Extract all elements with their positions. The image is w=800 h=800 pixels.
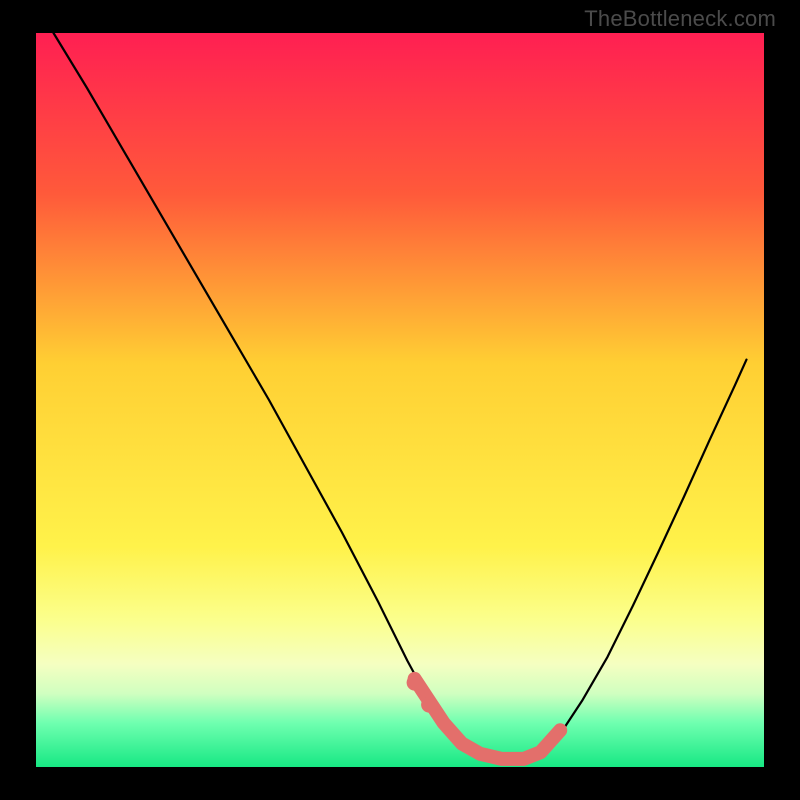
bottleneck-chart: [0, 0, 800, 800]
highlight-dot: [407, 675, 423, 691]
plot-background: [36, 33, 764, 767]
chart-stage: TheBottleneck.com: [0, 0, 800, 800]
highlight-dot: [421, 697, 437, 713]
